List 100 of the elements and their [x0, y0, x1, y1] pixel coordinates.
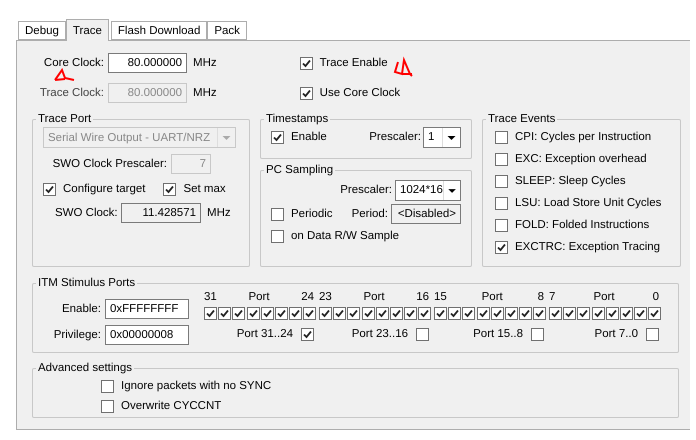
- checkbox[interactable]: [504, 307, 518, 320]
- checkbox[interactable]: [289, 307, 302, 320]
- checkbox[interactable]: [648, 307, 662, 320]
- port-number: 8: [538, 291, 544, 305]
- checkbox[interactable]: [519, 307, 532, 320]
- checkbox[interactable]: [531, 328, 544, 340]
- checkbox[interactable]: [592, 307, 605, 320]
- tab[interactable]: Pack: [207, 21, 247, 40]
- checkbox[interactable]: [495, 218, 508, 232]
- checkbox-label: Ignore packets with no SYNC: [121, 380, 272, 392]
- checkbox[interactable]: [43, 182, 56, 196]
- checkbox[interactable]: [101, 400, 114, 412]
- checkbox-label: Port 23..16: [352, 328, 408, 340]
- checkbox[interactable]: [303, 307, 316, 320]
- checkbox[interactable]: [495, 174, 508, 188]
- checkbox[interactable]: [246, 307, 260, 320]
- checkbox[interactable]: [533, 307, 546, 320]
- checkbox[interactable]: [271, 208, 284, 220]
- group-title: Trace Events: [487, 113, 556, 125]
- checkbox[interactable]: [634, 307, 648, 320]
- field-label: SWO Clock Prescaler:: [52, 158, 167, 170]
- group-title: Advanced settings: [37, 362, 133, 374]
- checkbox-label: EXCTRC: Exception Tracing: [515, 241, 660, 253]
- checkbox[interactable]: [416, 328, 429, 340]
- checkbox[interactable]: [462, 307, 476, 320]
- checkbox[interactable]: [404, 307, 418, 320]
- checkbox[interactable]: [362, 307, 375, 320]
- checkbox[interactable]: [333, 307, 346, 320]
- checkbox[interactable]: [390, 307, 403, 320]
- checkbox[interactable]: [495, 196, 508, 210]
- checkbox-label: Set max: [183, 183, 226, 195]
- port-number: 7: [549, 291, 556, 305]
- checkbox[interactable]: [495, 130, 508, 144]
- checkbox-label: Periodic: [291, 208, 333, 220]
- input-field[interactable]: 0x00000008: [105, 325, 189, 345]
- group-title: Timestamps: [265, 113, 330, 125]
- checkbox[interactable]: [300, 56, 313, 70]
- checkbox[interactable]: [376, 307, 389, 320]
- checkbox[interactable]: [549, 307, 562, 320]
- field-label: Trace Clock:: [38, 87, 104, 99]
- tab[interactable]: Debug: [18, 21, 66, 40]
- dropdown[interactable]: 1024*16: [395, 180, 461, 200]
- unit-label: MHz: [207, 207, 231, 219]
- port-number: 31: [204, 291, 217, 305]
- checkbox-label: Trace Enable: [320, 57, 388, 69]
- checkbox[interactable]: [101, 380, 114, 392]
- checkbox-label: Port 31..24: [236, 328, 293, 340]
- checkbox[interactable]: [448, 307, 462, 320]
- checkbox-label: FOLD: Folded Instructions: [515, 219, 650, 231]
- checkbox[interactable]: [646, 328, 659, 340]
- port-label: Port: [482, 291, 503, 305]
- group-title: ITM Stimulus Ports: [37, 277, 136, 289]
- checkbox-label: Enable: [291, 131, 327, 143]
- checkbox[interactable]: [620, 307, 633, 320]
- field-label: Prescaler:: [340, 184, 392, 196]
- field-label: Privilege:: [52, 329, 101, 341]
- port-number: 23: [319, 291, 332, 305]
- checkbox[interactable]: [563, 307, 576, 320]
- checkbox[interactable]: [163, 182, 176, 196]
- tab[interactable]: Flash Download: [110, 21, 208, 40]
- checkbox-label: LSU: Load Store Unit Cycles: [515, 197, 662, 209]
- port-number: 16: [416, 291, 429, 305]
- field-label: Period:: [352, 208, 388, 220]
- checkbox-label: Use Core Clock: [320, 87, 400, 99]
- checkbox[interactable]: [301, 328, 314, 340]
- checkbox[interactable]: [218, 307, 232, 320]
- field-label: SWO Clock:: [55, 207, 117, 219]
- checkbox[interactable]: [271, 130, 284, 144]
- checkbox[interactable]: [495, 240, 508, 254]
- field-label: Prescaler:: [369, 131, 421, 143]
- dropdown[interactable]: 1: [423, 126, 461, 148]
- checkbox[interactable]: [274, 307, 288, 320]
- checkbox-label: SLEEP: Sleep Cycles: [515, 175, 626, 187]
- checkbox[interactable]: [476, 307, 490, 320]
- field-label: Enable:: [60, 303, 101, 315]
- checkbox[interactable]: [418, 307, 432, 320]
- input-field[interactable]: 11.428571: [121, 203, 201, 223]
- checkbox[interactable]: [347, 307, 360, 320]
- checkbox-label: CPI: Cycles per Instruction: [515, 131, 652, 143]
- checkbox[interactable]: [204, 307, 217, 320]
- checkbox-label: EXC: Exception overhead: [515, 153, 647, 165]
- checkbox[interactable]: [271, 230, 284, 242]
- tab[interactable]: Trace: [66, 19, 109, 41]
- checkbox-label: Overwrite CYCCNT: [121, 400, 222, 412]
- input-field[interactable]: 80.000000: [108, 53, 187, 73]
- checkbox[interactable]: [606, 307, 619, 320]
- checkbox[interactable]: [490, 307, 504, 320]
- checkbox[interactable]: [495, 152, 508, 166]
- checkbox[interactable]: [319, 307, 332, 320]
- checkbox[interactable]: [232, 307, 246, 320]
- port-number: 24: [301, 291, 314, 305]
- checkbox[interactable]: [260, 307, 274, 320]
- port-number: 15: [434, 291, 447, 305]
- input-field[interactable]: <Disabled>: [391, 204, 461, 224]
- checkbox-label: on Data R/W Sample: [291, 230, 400, 242]
- checkbox[interactable]: [434, 307, 447, 320]
- input-field[interactable]: 0xFFFFFFFF: [105, 299, 189, 319]
- checkbox[interactable]: [577, 307, 590, 320]
- unit-label: MHz: [193, 87, 217, 99]
- port-label: Port: [593, 291, 615, 305]
